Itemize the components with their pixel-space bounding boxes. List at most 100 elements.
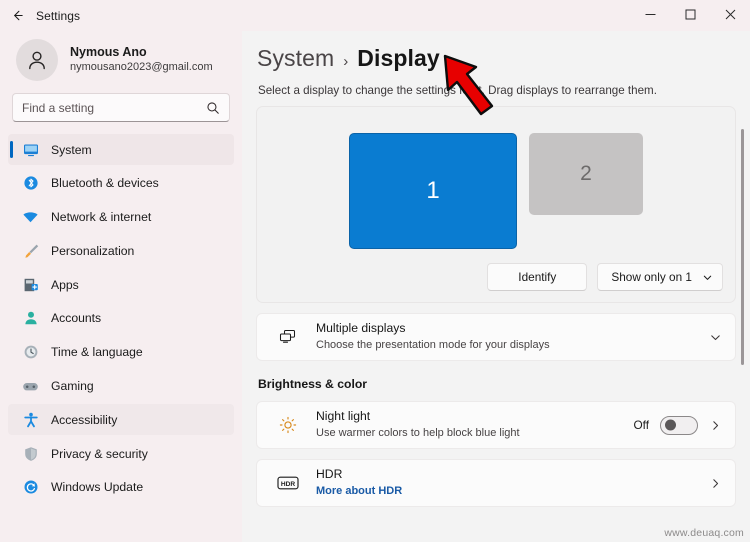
projection-mode-dropdown[interactable]: Show only on 1 [597, 263, 723, 291]
display-1[interactable]: 1 [349, 133, 517, 249]
row-subtitle: Use warmer colors to help block blue lig… [316, 427, 520, 440]
breadcrumb-root[interactable]: System [257, 45, 334, 72]
row-text: Night light Use warmer colors to help bl… [316, 409, 633, 440]
chevron-right-icon[interactable] [709, 419, 722, 432]
sidebar-item-label: Gaming [51, 379, 94, 394]
main-content: System › Display Select a display to cha… [242, 31, 750, 542]
close-icon [725, 7, 736, 25]
row-subtitle: Choose the presentation mode for your di… [316, 339, 550, 352]
display-number: 2 [580, 162, 592, 185]
row-right [709, 331, 722, 344]
sidebar-item-time-language[interactable]: Time & language [8, 337, 234, 368]
sidebar-item-network-internet[interactable]: Network & internet [8, 202, 234, 233]
sidebar-item-bluetooth-devices[interactable]: Bluetooth & devices [8, 168, 234, 199]
sidebar-item-privacy-security[interactable]: Privacy & security [8, 438, 234, 469]
minimize-button[interactable] [630, 0, 670, 31]
row-text: Multiple displays Choose the presentatio… [316, 321, 709, 352]
breadcrumb-separator: › [343, 53, 349, 70]
sidebar-item-windows-update[interactable]: Windows Update [8, 472, 234, 503]
sidebar-item-label: Bluetooth & devices [51, 176, 159, 191]
avatar [16, 39, 58, 81]
bluetooth-icon [22, 175, 39, 192]
back-arrow-icon [10, 8, 25, 23]
account-text: Nymous Ano nymousano2023@gmail.com [70, 45, 213, 74]
row-night-light[interactable]: Night light Use warmer colors to help bl… [256, 401, 736, 449]
search-icon[interactable] [206, 101, 220, 115]
chevron-right-icon[interactable] [709, 477, 722, 490]
window-body: Nymous Ano nymousano2023@gmail.com Find … [0, 31, 750, 542]
content-scrollbar[interactable] [737, 129, 748, 542]
display-arrangement-card: 1 2 Identify Show only on 1 [256, 106, 736, 303]
row-title: Multiple displays [316, 321, 406, 336]
display-2[interactable]: 2 [529, 133, 643, 215]
row-title: HDR [316, 467, 343, 482]
back-button[interactable] [0, 0, 34, 31]
sidebar-item-accessibility[interactable]: Accessibility [8, 404, 234, 436]
clock-icon [22, 344, 39, 361]
window-title: Settings [36, 8, 81, 23]
projection-mode-value: Show only on 1 [611, 270, 692, 284]
hdr-badge-icon: HDR [275, 475, 301, 491]
wifi-icon [22, 209, 39, 226]
display-actions: Identify Show only on 1 [487, 263, 723, 291]
toggle-knob [665, 419, 676, 431]
more-about-hdr-link[interactable]: More about HDR [316, 484, 709, 498]
sidebar-item-system[interactable]: System [8, 134, 234, 165]
sidebar-item-label: Network & internet [51, 210, 152, 225]
apps-grid-icon [22, 276, 39, 293]
shield-icon [22, 445, 39, 462]
search-box[interactable] [12, 93, 230, 122]
title-bar: Settings [0, 0, 750, 31]
account-name: Nymous Ano [70, 45, 147, 60]
row-title: Night light [316, 409, 371, 424]
gamepad-icon [22, 378, 39, 395]
identify-button[interactable]: Identify [487, 263, 588, 291]
brightness-sun-icon [275, 415, 301, 435]
display-preview-group: 1 2 [257, 133, 735, 249]
minimize-icon [645, 7, 656, 25]
settings-scroll-area: 1 2 Identify Show only on 1 Multiple dis… [256, 106, 736, 507]
sidebar-item-accounts[interactable]: Accounts [8, 303, 234, 334]
maximize-icon [685, 7, 696, 25]
sidebar-item-label: Accounts [51, 311, 102, 326]
window-controls [630, 0, 750, 31]
sidebar-item-label: Accessibility [51, 412, 118, 427]
section-brightness-color: Brightness & color [258, 377, 368, 391]
account-person-icon [22, 310, 39, 327]
sidebar-item-label: Privacy & security [51, 446, 148, 461]
row-text: HDR More about HDR [316, 467, 709, 498]
person-icon [25, 48, 49, 72]
chevron-down-icon [702, 272, 713, 283]
breadcrumb: System › Display [256, 45, 736, 72]
sidebar-item-label: System [51, 142, 92, 157]
scrollbar-thumb[interactable] [741, 129, 744, 365]
row-hdr[interactable]: HDR HDR More about HDR [256, 459, 736, 507]
account-header[interactable]: Nymous Ano nymousano2023@gmail.com [8, 31, 234, 91]
sidebar-item-label: Apps [51, 277, 79, 292]
sidebar-item-personalization[interactable]: Personalization [8, 235, 234, 266]
settings-window: Settings Nymous Ano nymousano2023@gmail.… [0, 0, 750, 542]
page-title: Display [357, 45, 440, 71]
sidebar-item-label: Time & language [51, 345, 143, 360]
night-light-state: Off [633, 418, 649, 432]
account-email: nymousano2023@gmail.com [70, 60, 213, 73]
row-right [709, 477, 722, 490]
monitor-icon [22, 141, 39, 158]
night-light-toggle[interactable] [660, 415, 698, 435]
multiple-displays-icon [275, 327, 301, 347]
close-button[interactable] [710, 0, 750, 31]
sidebar-item-apps[interactable]: Apps [8, 269, 234, 300]
watermark: www.deuaq.com [664, 527, 744, 539]
chevron-down-icon[interactable] [709, 331, 722, 344]
display-number: 1 [426, 177, 440, 204]
sidebar-nav: System Bluetooth & devices Network & int… [8, 132, 234, 503]
row-multiple-displays[interactable]: Multiple displays Choose the presentatio… [256, 313, 736, 361]
paintbrush-icon [22, 242, 39, 259]
search-input[interactable] [22, 100, 206, 115]
sidebar-item-gaming[interactable]: Gaming [8, 371, 234, 402]
maximize-button[interactable] [670, 0, 710, 31]
accessibility-icon [22, 411, 39, 428]
sidebar-item-label: Windows Update [51, 480, 144, 495]
sidebar-item-label: Personalization [51, 243, 135, 258]
svg-text:HDR: HDR [281, 481, 296, 488]
